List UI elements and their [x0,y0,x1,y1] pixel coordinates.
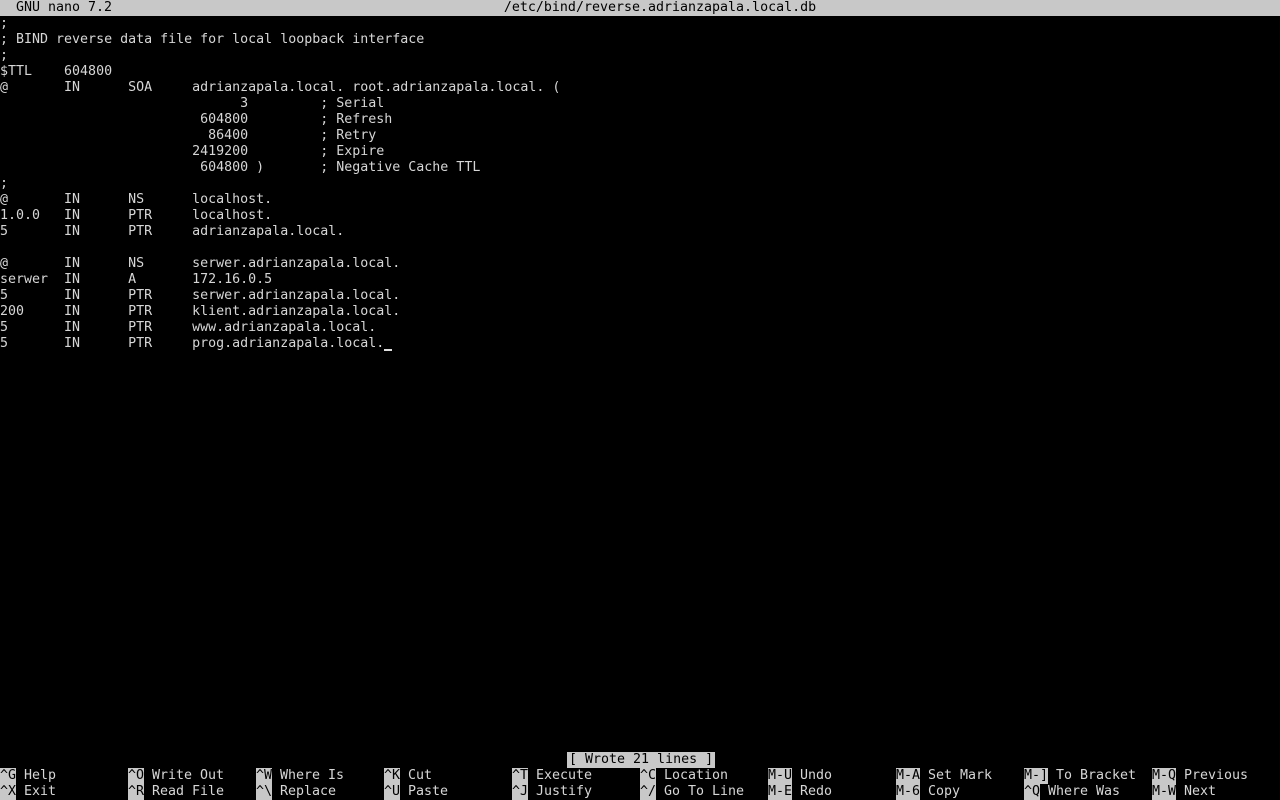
shortcut-label: Help [24,768,57,783]
shortcut-label: Previous [1184,768,1249,783]
text-cursor [384,336,393,351]
editor-line[interactable]: ; [0,48,1280,64]
shortcut-label: Next [1184,784,1217,799]
editor-line[interactable]: @ IN NS serwer.adrianzapala.local. [0,256,1280,272]
shortcut-key: ^T [512,768,529,784]
editor-line[interactable] [0,240,1280,256]
status-message: [ Wrote 21 lines ] [567,752,716,768]
shortcut-replace[interactable]: ^\ Replace [256,784,336,800]
shortcut-key: M-Q [1152,768,1177,784]
shortcut-label: Location [664,768,729,783]
editor-line[interactable]: 200 IN PTR klient.adrianzapala.local. [0,304,1280,320]
shortcut-label: Undo [800,768,833,783]
shortcut-paste[interactable]: ^U Paste [384,784,448,800]
shortcut-set-mark[interactable]: M-A Set Mark [896,768,992,784]
shortcut-label: Where Was [1048,784,1121,799]
shortcut-label: Redo [800,784,833,799]
shortcut-label: Where Is [280,768,345,783]
editor-line[interactable]: 2419200 ; Expire [0,144,1280,160]
shortcut-key: ^\ [256,784,273,800]
shortcut-label: Exit [24,784,57,799]
shortcut-key: M-6 [896,784,921,800]
shortcut-write-out[interactable]: ^O Write Out [128,768,224,784]
shortcut-execute[interactable]: ^T Execute [512,768,592,784]
shortcut-undo[interactable]: M-U Undo [768,768,832,784]
shortcut-label: Cut [408,768,433,783]
shortcut-label: Justify [536,784,593,799]
shortcut-label: Replace [280,784,337,799]
editor-line[interactable]: 5 IN PTR serwer.adrianzapala.local. [0,288,1280,304]
editor-line[interactable]: 604800 ; Refresh [0,112,1280,128]
editor-line-text[interactable]: 5 IN PTR prog.adrianzapala.local. [0,336,384,351]
shortcut-copy[interactable]: M-6 Copy [896,784,960,800]
shortcut-key: ^K [384,768,401,784]
shortcut-previous[interactable]: M-Q Previous [1152,768,1248,784]
shortcut-key: ^U [384,784,401,800]
shortcut-exit[interactable]: ^X Exit [0,784,56,800]
shortcut-redo[interactable]: M-E Redo [768,784,832,800]
editor-line[interactable]: serwer IN A 172.16.0.5 [0,272,1280,288]
shortcut-key: ^/ [640,784,657,800]
editor-line[interactable]: ; BIND reverse data file for local loopb… [0,32,1280,48]
shortcut-where-was[interactable]: ^Q Where Was [1024,784,1120,800]
shortcut-key: M-W [1152,784,1177,800]
shortcut-read-file[interactable]: ^R Read File [128,784,224,800]
shortcut-key: M-U [768,768,793,784]
shortcut-label: Execute [536,768,593,783]
shortcut-key: ^C [640,768,657,784]
shortcut-key: ^G [0,768,17,784]
title-bar: GNU nano 7.2 /etc/bind/reverse.adrianzap… [0,0,1280,16]
shortcut-justify[interactable]: ^J Justify [512,784,592,800]
file-name: /etc/bind/reverse.adrianzapala.local.db [503,0,817,15]
shortcut-label: Copy [928,784,961,799]
shortcut-label: Read File [152,784,225,799]
shortcut-help[interactable]: ^G Help [0,768,56,784]
shortcut-key: M-] [1024,768,1049,784]
shortcut-to-bracket[interactable]: M-] To Bracket [1024,768,1136,784]
editor-line[interactable]: ; [0,176,1280,192]
editor-line-current[interactable]: 5 IN PTR prog.adrianzapala.local. [0,336,1280,352]
editor-line[interactable]: ; [0,16,1280,32]
shortcut-next[interactable]: M-W Next [1152,784,1216,800]
shortcut-key: ^Q [1024,784,1041,800]
shortcut-key: ^X [0,784,17,800]
shortcut-go-to-line[interactable]: ^/ Go To Line [640,784,744,800]
editor-line[interactable]: @ IN SOA adrianzapala.local. root.adrian… [0,80,1280,96]
shortcut-key: ^O [128,768,145,784]
editor-line[interactable]: 3 ; Serial [0,96,1280,112]
shortcut-location[interactable]: ^C Location [640,768,728,784]
shortcut-key: ^J [512,784,529,800]
shortcut-label: Go To Line [664,784,745,799]
editor-line[interactable]: 5 IN PTR adrianzapala.local. [0,224,1280,240]
shortcut-key: ^R [128,784,145,800]
shortcut-key: M-E [768,784,793,800]
shortcut-where-is[interactable]: ^W Where Is [256,768,344,784]
shortcut-label: Paste [408,784,449,799]
shortcut-key: ^W [256,768,273,784]
shortcut-label: Write Out [152,768,225,783]
editor-line[interactable]: 1.0.0 IN PTR localhost. [0,208,1280,224]
shortcut-key: M-A [896,768,921,784]
editor-line[interactable]: 86400 ; Retry [0,128,1280,144]
editor-area[interactable]: ; ; BIND reverse data file for local loo… [0,16,1280,352]
shortcut-cut[interactable]: ^K Cut [384,768,432,784]
shortcut-label: To Bracket [1056,768,1137,783]
editor-line[interactable]: $TTL 604800 [0,64,1280,80]
editor-line[interactable]: 5 IN PTR www.adrianzapala.local. [0,320,1280,336]
editor-line[interactable]: 604800 ) ; Negative Cache TTL [0,160,1280,176]
editor-line[interactable]: @ IN NS localhost. [0,192,1280,208]
shortcut-label: Set Mark [928,768,993,783]
